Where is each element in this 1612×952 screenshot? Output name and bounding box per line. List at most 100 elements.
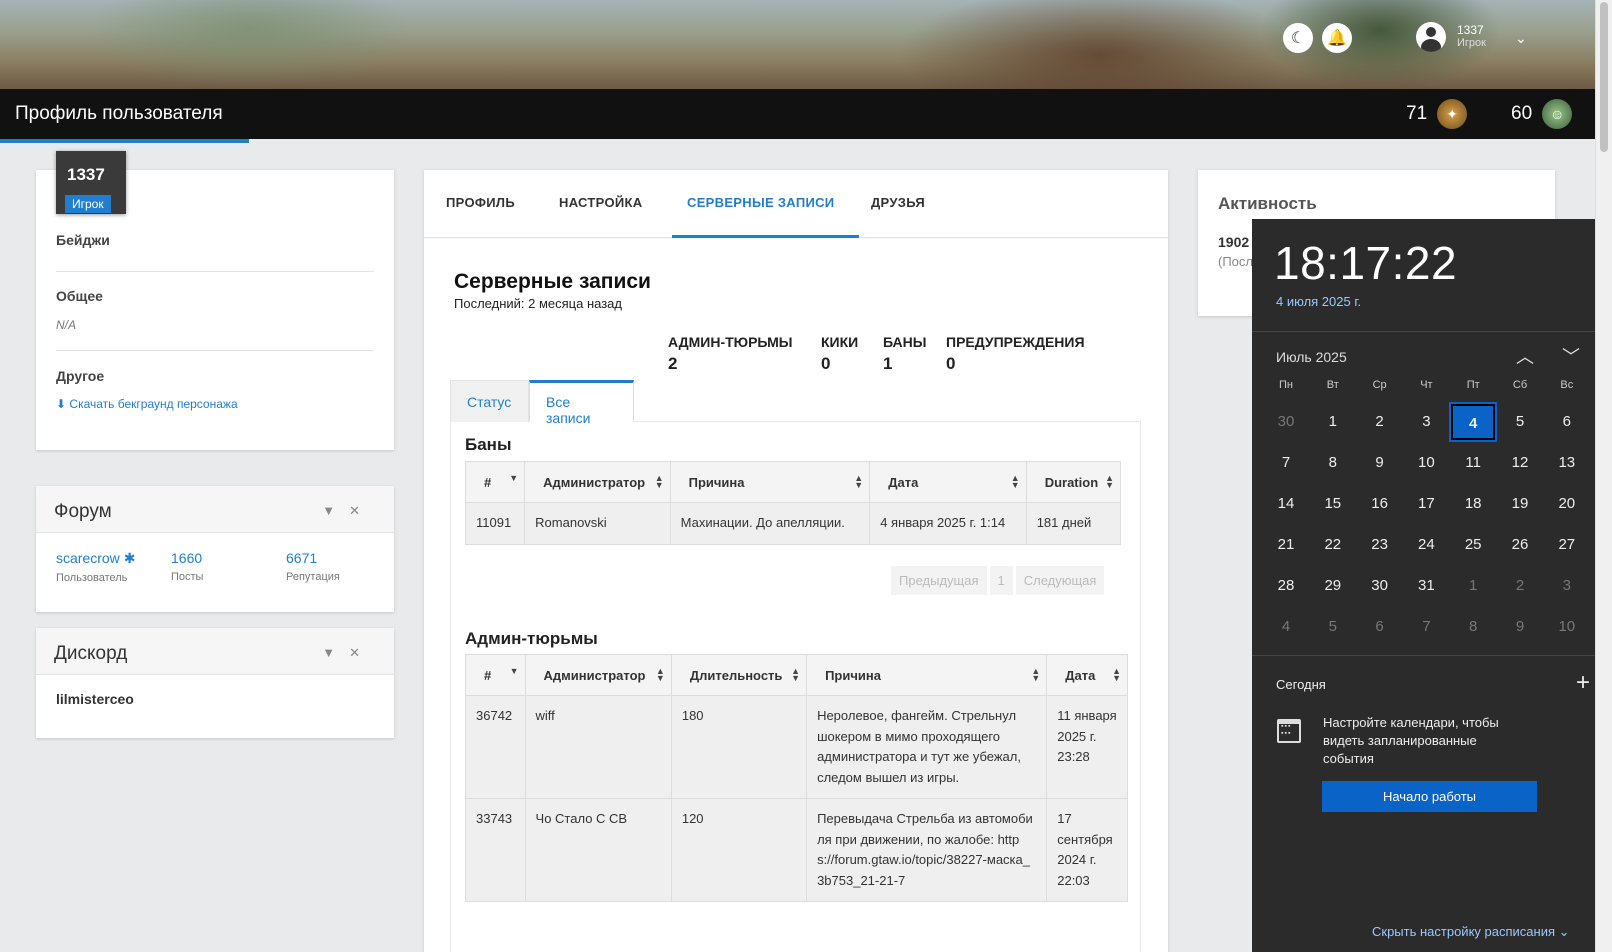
page-1-button[interactable]: 1 [989,566,1013,595]
col-header[interactable]: Длительность ▲ ▼ [670,654,808,696]
next-page-button[interactable]: Следующая [1015,566,1105,595]
calendar-day[interactable]: 7 [1404,609,1448,645]
get-started-button[interactable]: Начало работы [1322,781,1537,812]
calendar-day[interactable]: 10 [1545,609,1589,645]
records-content: Серверные записи Последний: 2 месяца наз… [424,239,1168,952]
calendar-day[interactable]: 5 [1311,609,1355,645]
calendar-day[interactable]: 8 [1311,445,1355,481]
calendar-day[interactable]: 2 [1498,568,1542,604]
calendar-day[interactable]: 4 [1264,609,1308,645]
tab-settings[interactable]: НАСТРОЙКА [559,195,642,210]
calendar-day[interactable]: 8 [1451,609,1495,645]
col-header-label: Причина [825,667,881,683]
bell-icon: 🔔 [1327,30,1347,47]
forum-user-link[interactable]: scarecrow ✱ [56,550,135,567]
dark-mode-button[interactable]: ☾ [1283,23,1313,53]
calendar-day[interactable]: 26 [1498,527,1542,563]
page-scrollbar[interactable] [1595,0,1612,952]
calendar-flyout: 18:17:22 4 июля 2025 г. Июль 2025 ︿﹀ Пн В… [1252,219,1612,952]
calendar-day[interactable]: 22 [1311,527,1355,563]
col-header[interactable]: # ▼ [464,461,526,503]
forum-posts-link[interactable]: 1660 [171,550,203,566]
table-cell: 36742 [465,695,526,799]
subtab-all-records[interactable]: Все записи [529,380,634,426]
calendar-day[interactable]: 28 [1264,568,1308,604]
calendar-day[interactable]: 2 [1358,404,1402,440]
user-menu[interactable]: 1337 Игрок [1416,22,1486,52]
calendar-day[interactable]: 30 [1264,404,1308,440]
calendar-day[interactable]: 11 [1451,445,1495,481]
col-header[interactable]: Duration ▲ ▼ [1025,461,1122,503]
col-header-label: # [484,667,492,683]
col-header[interactable]: Причина ▲ ▼ [806,654,1048,696]
calendar-day[interactable]: 10 [1404,445,1448,481]
col-header[interactable]: Причина ▲ ▼ [669,461,871,503]
calendar-day[interactable]: 7 [1264,445,1308,481]
table-cell: Махинации. До апелляции. [669,502,871,545]
badges-title: Бейджи [56,232,110,248]
tab-server-records[interactable]: СЕРВЕРНЫЕ ЗАПИСИ [687,195,834,210]
calendar-day[interactable]: 9 [1358,445,1402,481]
tab-profile[interactable]: ПРОФИЛЬ [446,195,515,210]
notifications-button[interactable]: 🔔 [1322,23,1352,53]
forum-rep-label: Репутация [286,571,340,583]
chevron-down-icon: ⌄ [1558,924,1570,939]
chevron-up-icon[interactable]: ︿ [1516,347,1562,367]
calendar-day[interactable]: 3 [1404,404,1448,440]
forum-posts-label: Посты [171,571,204,583]
calendar-day[interactable]: 31 [1404,568,1448,604]
prev-page-button[interactable]: Предыдущая [891,566,987,595]
hide-agenda-link[interactable]: Скрыть настройку расписания ⌄ [1372,924,1570,940]
forum-rep-link[interactable]: 6671 [286,550,340,566]
table-cell: Romanovski [524,502,671,545]
calendar-day[interactable]: 20 [1545,486,1589,522]
calendar-day[interactable]: 12 [1498,445,1542,481]
col-header-label: Дата [1065,667,1096,683]
discord-username: lilmisterceo [56,691,134,707]
weekday-label: Вт [1326,379,1339,391]
close-icon[interactable]: ✕ [349,645,374,660]
clock-date-link[interactable]: 4 июля 2025 г. [1276,294,1361,309]
add-event-icon[interactable]: + [1576,669,1590,697]
calendar-month[interactable]: Июль 2025 [1276,349,1347,365]
calendar-day[interactable]: 16 [1358,486,1402,522]
calendar-day[interactable]: 29 [1311,568,1355,604]
calendar-day[interactable]: 3 [1545,568,1589,604]
close-icon[interactable]: ✕ [349,503,374,518]
col-header[interactable]: Дата ▲ ▼ [869,461,1027,503]
calendar-day[interactable]: 23 [1358,527,1402,563]
collapse-icon[interactable]: ▼ [322,645,349,660]
col-header[interactable]: Дата ▲ ▼ [1046,654,1128,696]
calendar-day[interactable]: 30 [1358,568,1402,604]
calendar-day[interactable]: 13 [1545,445,1589,481]
calendar-day[interactable]: 6 [1358,609,1402,645]
chevron-down-icon[interactable]: ⌄ [1515,30,1527,47]
calendar-day[interactable]: 24 [1404,527,1448,563]
calendar-day[interactable]: 27 [1545,527,1589,563]
col-header[interactable]: # ▼ [465,654,526,696]
col-header[interactable]: Администратор ▲ ▼ [524,654,672,696]
calendar-day[interactable]: 25 [1451,527,1495,563]
collapse-icon[interactable]: ▼ [322,503,349,518]
today-label: Сегодня [1276,677,1326,692]
calendar-day[interactable]: 9 [1498,609,1542,645]
download-background-link[interactable]: ⬇ Скачать бекграунд персонажа [56,397,374,411]
subtab-status[interactable]: Статус [450,380,529,422]
calendar-day[interactable]: 5 [1498,404,1542,440]
scrollbar-thumb[interactable] [1600,2,1608,152]
calendar-day[interactable]: 19 [1498,486,1542,522]
calendar-day[interactable]: 18 [1451,486,1495,522]
col-header-label: Duration [1044,474,1099,490]
calendar-day[interactable]: 14 [1264,486,1308,522]
calendar-day[interactable]: 6 [1545,404,1589,440]
calendar-day[interactable]: 1 [1451,568,1495,604]
col-header[interactable]: Администратор ▲ ▼ [524,461,671,503]
calendar-day[interactable]: 21 [1264,527,1308,563]
weekday-label: Вс [1560,379,1574,391]
calendar-day[interactable]: 17 [1404,486,1448,522]
table-cell: 11 января 2025 г. 23:28 [1046,695,1128,799]
calendar-day[interactable]: 15 [1311,486,1355,522]
calendar-day[interactable]: 1 [1311,404,1355,440]
calendar-day[interactable]: 4 [1449,402,1498,442]
tab-friends[interactable]: ДРУЗЬЯ [871,195,925,210]
